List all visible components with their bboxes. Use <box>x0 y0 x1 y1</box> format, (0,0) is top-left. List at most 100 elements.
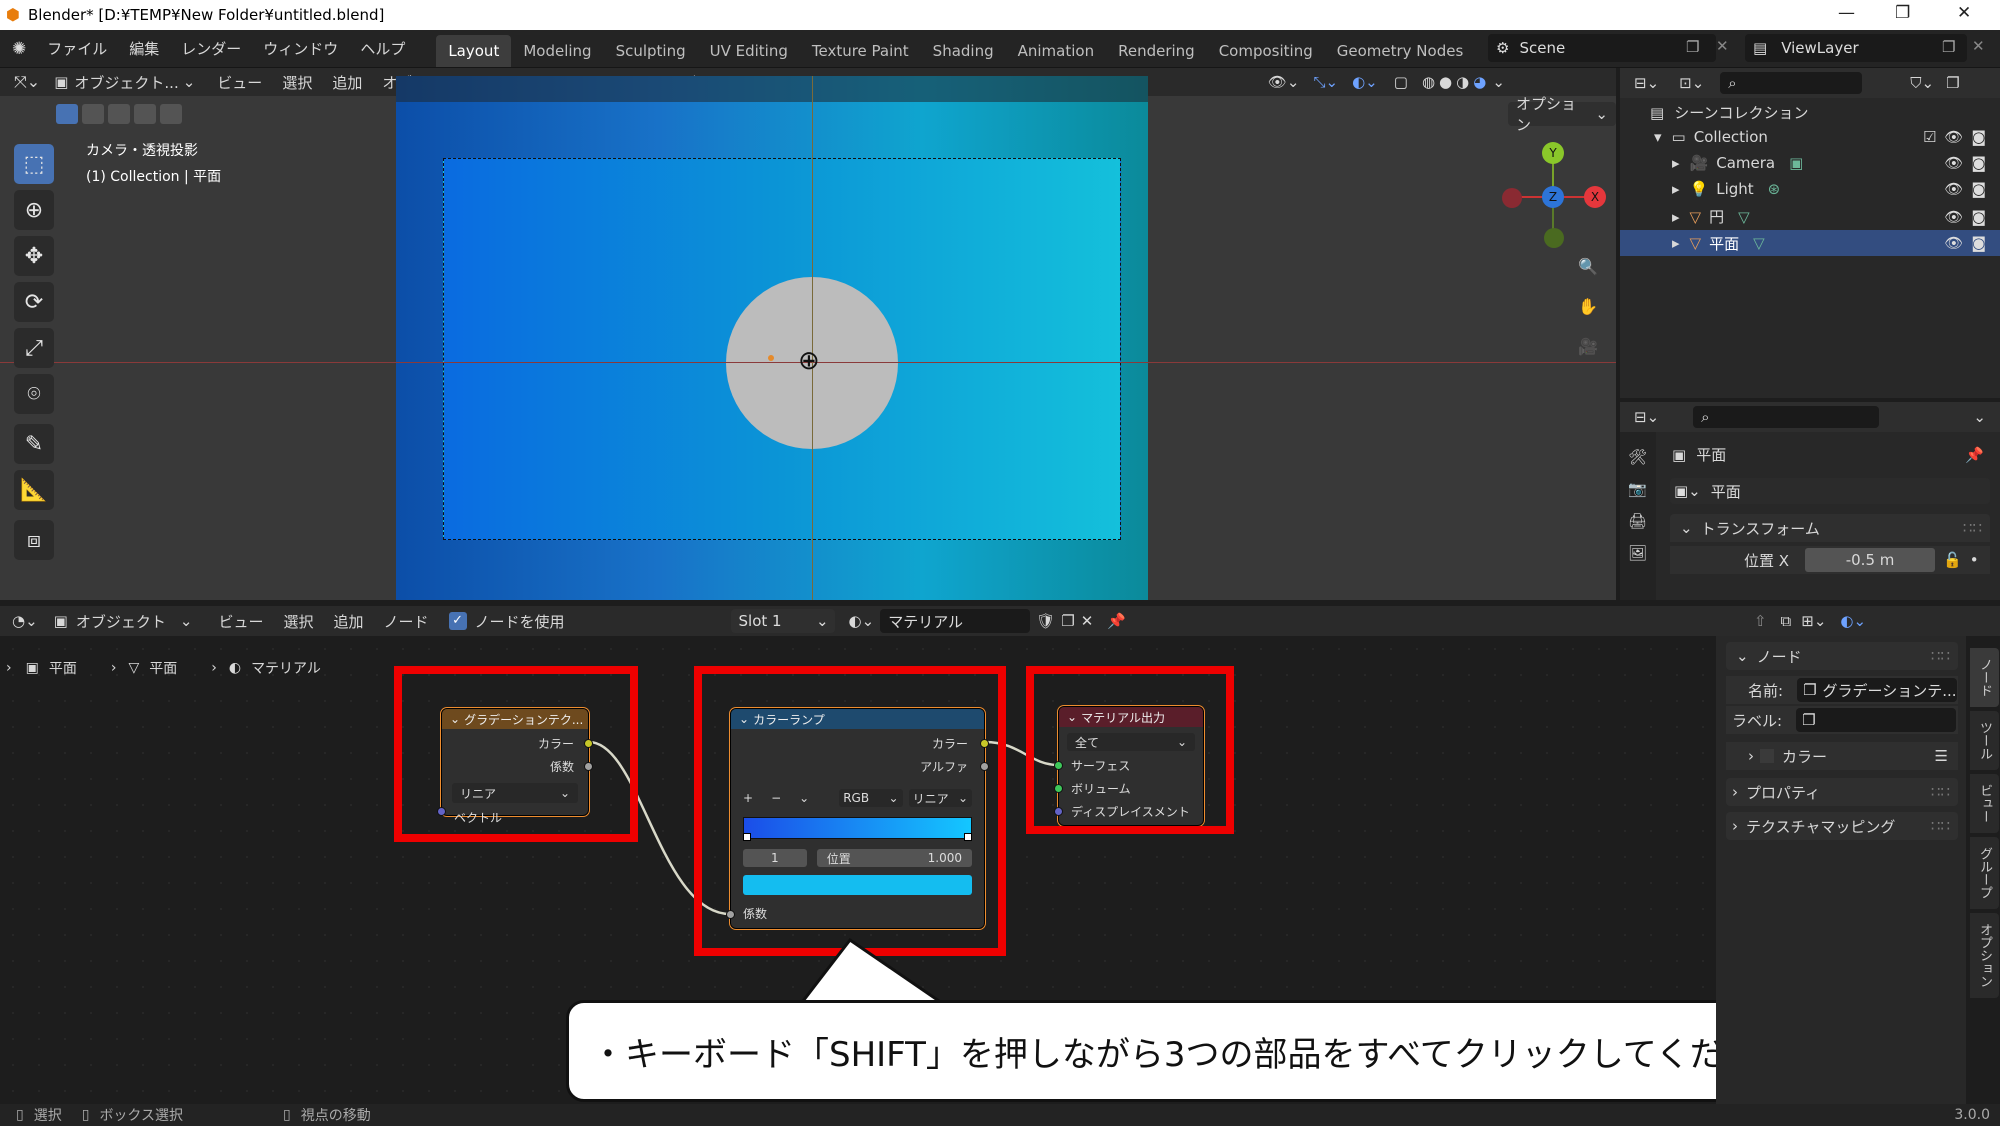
object-datablock[interactable]: ▣⌄ 平面 <box>1670 478 1990 504</box>
eye-icon[interactable]: 👁 <box>1944 208 1963 226</box>
tab-uv-editing[interactable]: UV Editing <box>698 35 800 67</box>
delete-scene-icon[interactable]: ✕ <box>1716 37 1729 55</box>
sidebar-tab-group[interactable]: グループ <box>1970 837 1999 909</box>
tab-geometry-nodes[interactable]: Geometry Nodes <box>1325 35 1476 67</box>
gizmo-toggle-icon[interactable]: ⤡⌄ <box>1314 73 1339 91</box>
output-tab-icon[interactable]: 🖨 <box>1620 498 1656 530</box>
collection-row[interactable]: ▾ ▭ Collection ☑ 👁 ◙ <box>1650 128 2000 146</box>
select-tool[interactable]: ⬚ <box>14 144 54 184</box>
cursor-tool[interactable]: ⊕ <box>14 190 54 230</box>
gizmo-x-axis[interactable]: X <box>1584 186 1606 208</box>
outliner-item-plane[interactable]: ▸ ▽ 平面 ▽ 👁 ◙ <box>1620 230 2000 256</box>
eye-icon[interactable]: 👁 <box>1944 180 1963 198</box>
viewport-menu-add[interactable]: 追加 <box>332 72 362 93</box>
color-checkbox[interactable] <box>1760 749 1774 763</box>
xray-icon[interactable]: ▢ <box>1394 73 1408 91</box>
3d-viewport[interactable]: ⤧⌄ ▣ オブジェクト...⌄ ビュー 選択 追加 オブジェクト ⟔ グロー..… <box>0 68 1616 600</box>
shading-solid-icon[interactable]: ● <box>1439 73 1452 91</box>
material-browse[interactable]: ◐⌄ <box>849 612 875 630</box>
editor-type-icon[interactable]: ⊟⌄ <box>1634 408 1659 426</box>
material-name-field[interactable]: マテリアル <box>880 609 1031 633</box>
gizmo-z-axis[interactable]: Z <box>1542 186 1564 208</box>
duplicate-material-icon[interactable]: ❐ <box>1061 612 1074 630</box>
menu-edit[interactable]: 編集 <box>118 38 170 59</box>
properties-editor[interactable]: ⊟⌄ ⌕ ⌄ 🛠 📷 🖨 🖼 ▣ 平面 📌 ▣⌄ 平面 ⌄ トランスフォーム ∷… <box>1620 402 2000 600</box>
annotate-tool[interactable]: ✎ <box>14 424 54 464</box>
view-layer-tab-icon[interactable]: 🖼 <box>1620 530 1656 562</box>
camera-render-icon[interactable]: ◙ <box>1971 208 1986 226</box>
sidebar-tab-node[interactable]: ノード <box>1970 648 1999 707</box>
select-extend-icon[interactable] <box>82 104 104 124</box>
minimize-button[interactable]: — <box>1838 3 1855 23</box>
options-dropdown[interactable]: オプション ⌄ <box>1508 95 1616 134</box>
node-label-field[interactable]: ❐ <box>1796 708 1957 732</box>
outliner-search[interactable]: ⌕ <box>1720 72 1863 94</box>
overlay-toggle-icon[interactable]: ◐⌄ <box>1352 73 1378 91</box>
delete-viewlayer-icon[interactable]: ✕ <box>1972 37 1985 55</box>
viewport-menu-select[interactable]: 選択 <box>282 72 312 93</box>
select-intersect-icon[interactable] <box>160 104 182 124</box>
scale-tool[interactable]: ⤢ <box>14 328 54 368</box>
blender-menu-icon[interactable]: ✺ <box>12 39 26 59</box>
viewport-menu-view[interactable]: ビュー <box>217 72 262 93</box>
tab-animation[interactable]: Animation <box>1006 35 1106 67</box>
scene-collection-row[interactable]: ▤ シーンコレクション <box>1650 102 1808 123</box>
list-icon[interactable]: ☰ <box>1935 747 1948 765</box>
visibility-icon[interactable]: 👁⌄ <box>1268 73 1300 91</box>
pin-icon[interactable]: 📌 <box>1107 612 1126 630</box>
eye-icon[interactable]: 👁 <box>1944 128 1963 146</box>
measure-tool[interactable]: 📐 <box>14 470 54 510</box>
transform-panel-header[interactable]: ⌄ トランスフォーム ∷∷ <box>1670 514 1990 542</box>
camera-render-icon[interactable]: ◙ <box>1971 128 1986 146</box>
new-scene-icon[interactable]: ❐ <box>1686 38 1699 56</box>
maximize-button[interactable]: ❐ <box>1895 3 1910 23</box>
lock-icon[interactable]: 🔓 <box>1943 551 1962 569</box>
filter-icon[interactable]: ⛉⌄ <box>1910 74 1934 92</box>
menu-window[interactable]: ウィンドウ <box>252 38 349 59</box>
node-sidebar[interactable]: ⌄ ノード ∷∷ 名前: ❐ グラデーションテ... ラベル: ❐ › カラー ☰… <box>1716 636 1966 1104</box>
checkbox-icon[interactable]: ☑ <box>1923 128 1936 146</box>
tab-modeling[interactable]: Modeling <box>511 35 603 67</box>
node-color-row[interactable]: › カラー ☰ <box>1726 742 1958 770</box>
editor-type-icon[interactable]: ⤧⌄ <box>14 72 40 92</box>
snap-icon[interactable]: ⧉ <box>1781 612 1792 630</box>
scene-selector[interactable]: ⚙ Scene <box>1488 34 1716 62</box>
select-subtract-icon[interactable] <box>108 104 130 124</box>
node-menu-select[interactable]: 選択 <box>283 611 313 632</box>
eye-icon[interactable]: 👁 <box>1944 234 1963 252</box>
tool-tab-icon[interactable]: 🛠 <box>1620 432 1656 466</box>
properties-panel-header[interactable]: › プロパティ ∷∷ <box>1726 778 1958 806</box>
new-collection-icon[interactable]: ❐ <box>1946 74 1959 92</box>
snap-element-icon[interactable]: ⊞⌄ <box>1801 612 1826 630</box>
outliner-item-circle[interactable]: ▸ ▽ 円 ▽ 👁 ◙ <box>1650 206 2000 227</box>
outliner[interactable]: ⊟⌄ ⊡⌄ ⌕ ⛉⌄ ❐ ▤ シーンコレクション ▾ ▭ Collection … <box>1620 68 2000 398</box>
location-x-field[interactable]: -0.5 m <box>1805 548 1936 572</box>
outliner-item-camera[interactable]: ▸ 🎥 Camera ▣ 👁 ◙ <box>1650 154 2000 172</box>
node-panel-header[interactable]: ⌄ ノード ∷∷ <box>1726 642 1958 670</box>
node-mode-selector[interactable]: ▣ オブジェクト ⌄ <box>54 611 193 632</box>
gizmo-y-axis[interactable]: Y <box>1542 142 1564 164</box>
shading-material-icon[interactable]: ◑ <box>1456 73 1469 91</box>
editor-type-icon[interactable]: ◔⌄ <box>12 612 38 630</box>
mode-selector[interactable]: ▣ オブジェクト... ⌄ <box>54 72 195 93</box>
viewlayer-selector[interactable]: ▤ ViewLayer <box>1745 34 1967 62</box>
pan-hand-icon[interactable]: ✋ <box>1574 292 1602 320</box>
display-mode-icon[interactable]: ⊟⌄ <box>1634 74 1659 92</box>
texture-mapping-panel-header[interactable]: › テクスチャマッピング ∷∷ <box>1726 812 1958 840</box>
tab-texture-paint[interactable]: Texture Paint <box>800 35 921 67</box>
drag-handle-icon[interactable]: ∷∷ <box>1963 519 1982 537</box>
pin-icon[interactable]: 📌 <box>1965 446 1984 464</box>
tab-compositing[interactable]: Compositing <box>1207 35 1325 67</box>
rotate-tool[interactable]: ⟳ <box>14 282 54 322</box>
tab-rendering[interactable]: Rendering <box>1106 35 1207 67</box>
unlink-material-icon[interactable]: ✕ <box>1081 612 1094 630</box>
menu-help[interactable]: ヘルプ <box>349 38 416 59</box>
outliner-item-light[interactable]: ▸ 💡 Light ⊛ 👁 ◙ <box>1650 180 2000 198</box>
tab-layout[interactable]: Layout <box>436 35 512 67</box>
node-menu-node[interactable]: ノード <box>384 611 429 632</box>
tab-sculpting[interactable]: Sculpting <box>604 35 698 67</box>
shading-rendered-icon[interactable]: ◕ <box>1473 73 1486 91</box>
node-menu-add[interactable]: 追加 <box>333 611 363 632</box>
transform-tool[interactable]: ⌾ <box>14 374 54 414</box>
zoom-icon[interactable]: 🔍 <box>1574 252 1602 280</box>
